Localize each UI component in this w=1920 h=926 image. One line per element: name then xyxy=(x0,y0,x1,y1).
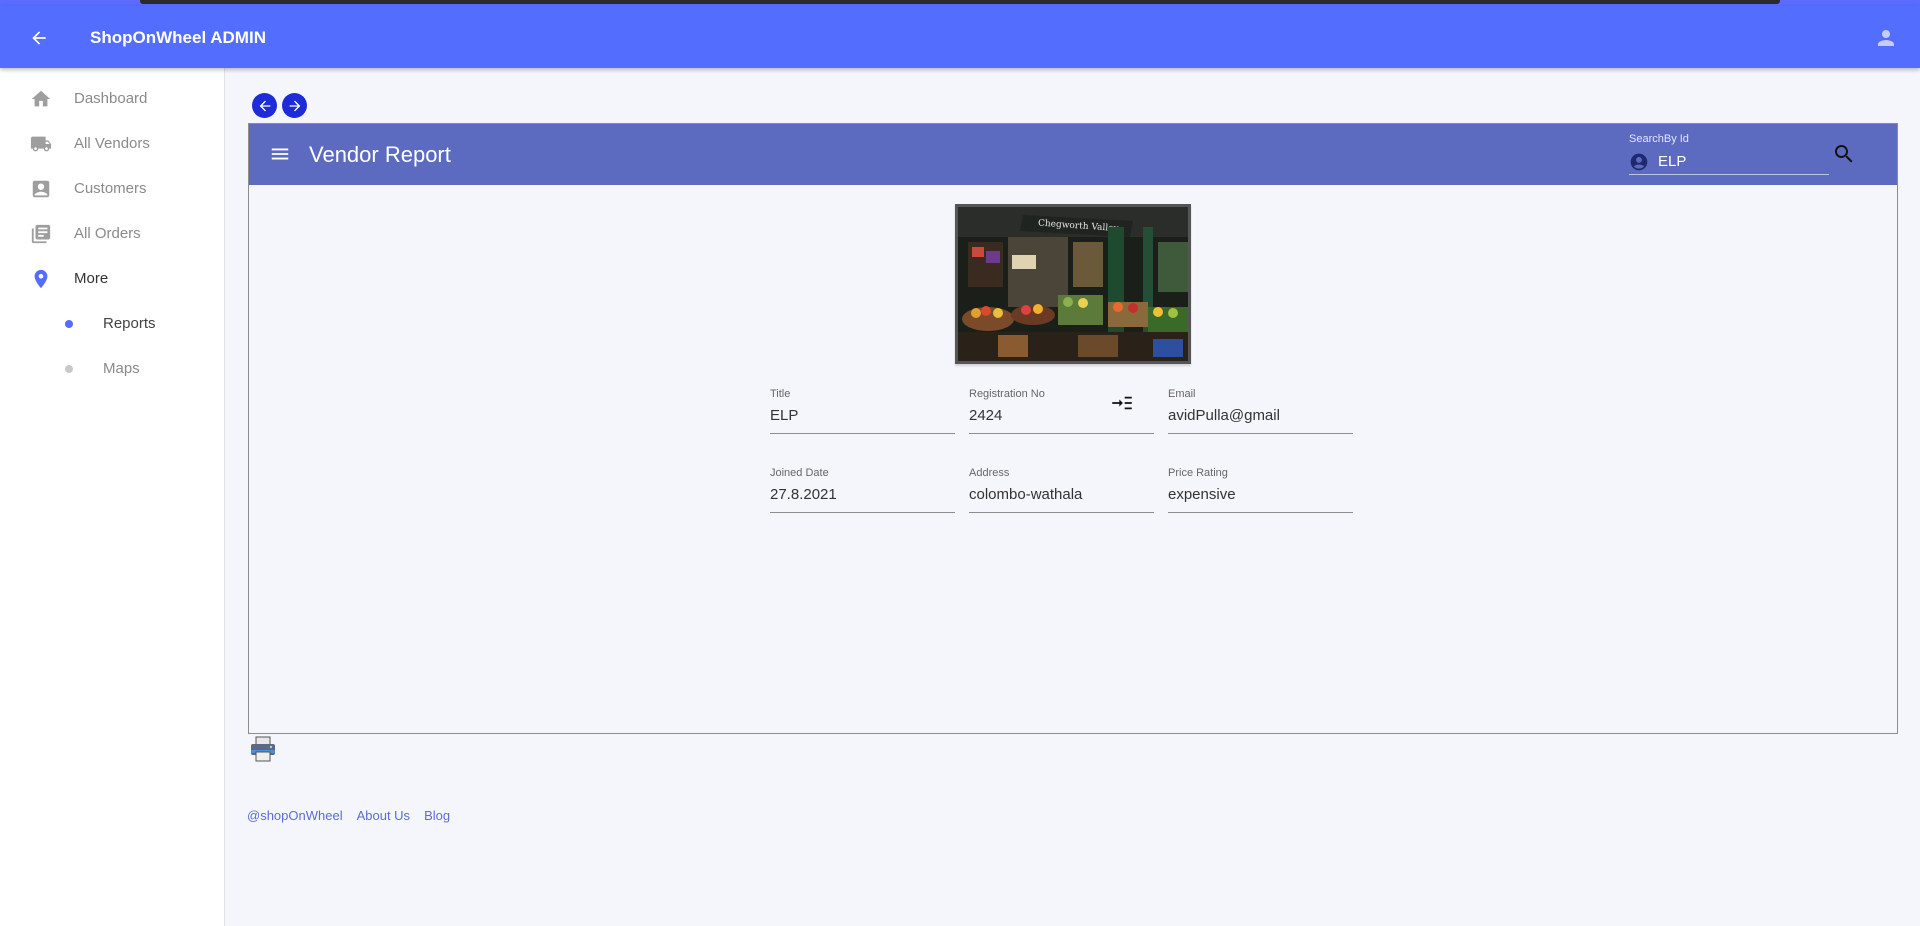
search-by-id-field: SearchBy Id xyxy=(1629,131,1829,175)
field-value: 27.8.2021 xyxy=(770,486,837,503)
sidebar: Dashboard All Vendors Customers All Orde… xyxy=(0,68,225,926)
print-icon[interactable] xyxy=(249,736,277,762)
menu-icon[interactable] xyxy=(269,143,291,165)
field-value: avidPulla@gmail xyxy=(1168,407,1280,424)
footer-link-shoponwheel[interactable]: @shopOnWheel xyxy=(247,808,343,823)
previous-page-button[interactable] xyxy=(252,93,277,118)
user-account-icon[interactable] xyxy=(1874,26,1898,50)
library-icon xyxy=(30,223,52,245)
search-icon[interactable] xyxy=(1832,142,1858,168)
home-icon xyxy=(30,88,52,110)
sidebar-item-more[interactable]: More xyxy=(0,256,224,301)
sidebar-subitem-label: Maps xyxy=(103,360,140,377)
back-arrow-icon[interactable] xyxy=(26,25,52,51)
bullet-dot-icon xyxy=(65,365,73,373)
sidebar-subitem-label: Reports xyxy=(103,315,156,332)
field-label: Email xyxy=(1168,388,1196,400)
account-circle-icon xyxy=(1629,152,1649,172)
report-toolbar: Vendor Report SearchBy Id xyxy=(249,124,1897,185)
arrow-right-icon xyxy=(289,100,300,111)
sidebar-item-label: Customers xyxy=(74,180,147,197)
sidebar-subitem-reports[interactable]: Reports xyxy=(0,301,224,346)
sidebar-item-all-orders[interactable]: All Orders xyxy=(0,211,224,256)
field-label: Price Rating xyxy=(1168,467,1228,479)
vendor-report-panel: Vendor Report SearchBy Id Chegworth Vall… xyxy=(248,123,1898,734)
format-indent-increase-icon[interactable] xyxy=(1111,395,1133,413)
sidebar-item-all-vendors[interactable]: All Vendors xyxy=(0,121,224,166)
sidebar-item-label: All Vendors xyxy=(74,135,150,152)
truck-icon xyxy=(30,133,52,155)
sidebar-item-label: Dashboard xyxy=(74,90,148,107)
field-label: Joined Date xyxy=(770,467,829,479)
arrow-left-icon xyxy=(259,100,270,111)
sidebar-item-dashboard[interactable]: Dashboard xyxy=(0,76,224,121)
footer-link-about-us[interactable]: About Us xyxy=(357,808,410,823)
footer: @shopOnWheel About Us Blog xyxy=(247,808,450,823)
search-input[interactable] xyxy=(1658,149,1823,173)
location-pin-icon xyxy=(30,268,52,290)
address-field[interactable]: Address colombo-wathala xyxy=(969,467,1154,513)
footer-link-blog[interactable]: Blog xyxy=(424,808,450,823)
sidebar-item-label: More xyxy=(74,270,109,287)
sidebar-subitem-maps[interactable]: Maps xyxy=(0,346,224,391)
field-value: colombo-wathala xyxy=(969,486,1083,503)
field-label: Title xyxy=(770,388,791,400)
field-value: expensive xyxy=(1168,486,1236,503)
field-label: Registration No xyxy=(969,388,1045,400)
field-value: 2424 xyxy=(969,407,1003,424)
search-label: SearchBy Id xyxy=(1629,133,1689,145)
app-title: ShopOnWheel ADMIN xyxy=(90,28,266,47)
title-field[interactable]: Title ELP xyxy=(770,388,955,434)
price-rating-field[interactable]: Price Rating expensive xyxy=(1168,467,1353,513)
vendor-store-image: Chegworth Valley xyxy=(955,204,1191,364)
next-page-button[interactable] xyxy=(282,93,307,118)
report-title: Vendor Report xyxy=(309,142,451,167)
bullet-dot-icon xyxy=(65,320,73,328)
sidebar-item-customers[interactable]: Customers xyxy=(0,166,224,211)
field-label: Address xyxy=(969,467,1010,479)
joined-date-field[interactable]: Joined Date 27.8.2021 xyxy=(770,467,955,513)
contact-icon xyxy=(30,178,52,200)
sidebar-item-label: All Orders xyxy=(74,225,141,242)
email-field[interactable]: Email avidPulla@gmail xyxy=(1168,388,1353,434)
app-bar: ShopOnWheel ADMIN xyxy=(0,6,1920,68)
field-value: ELP xyxy=(770,407,799,424)
